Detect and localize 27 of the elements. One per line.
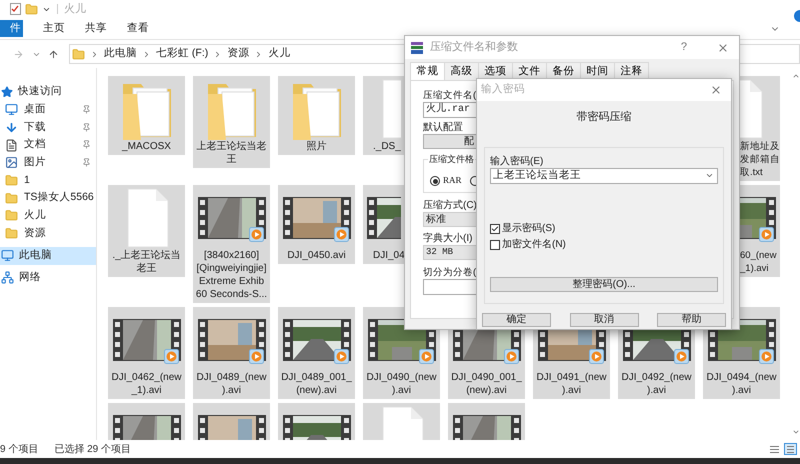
file-name: DJI_0490_(new).avi (365, 371, 438, 397)
dialog-title: 输入密码 (481, 82, 526, 98)
file-name: DJI_0492_(new).avi (620, 371, 693, 397)
file-name: DJI_0491_(new).avi (535, 371, 608, 397)
file-name: 新地址及发邮箱自取.txt (740, 140, 780, 179)
field-label: 输入密码(E) (490, 154, 544, 168)
file-name: DJI_0462_(new_1).avi (110, 371, 183, 397)
file-name: DJI_0489_(new).avi (195, 371, 268, 397)
file-name: 上老王论坛当老王 (196, 140, 268, 166)
window-title: 火儿 (64, 2, 86, 17)
group-label: 压缩文件格 (428, 153, 475, 165)
selection-count: 已选择 29 个项目 (54, 442, 132, 456)
file-name: DJI_0489_001_(new).avi (280, 371, 353, 397)
file-name: 照片 (306, 140, 326, 153)
dialog-title: 压缩文件名和参数 (430, 40, 519, 56)
file-name: DJI_0494_(new).avi (705, 371, 778, 397)
file-name: DJI_04 (373, 249, 405, 262)
file-name: ._DS_ (373, 140, 401, 153)
file-name: DJI_0450.avi (287, 249, 346, 262)
file-name: [3840x2160][Qingweiyingjie] Extreme Exhib 60 Seconds-S... (195, 249, 268, 301)
file-name: 60_(new_1).avi (740, 249, 778, 275)
file-name: DJI_0490_001_(new).avi (450, 371, 523, 397)
file-name: _MACOSX (122, 140, 171, 153)
item-count: 9 个项目 (0, 442, 38, 456)
dialog-heading: 带密码压缩 (576, 110, 632, 125)
file-name: ._上老王论坛当老王 (111, 249, 182, 275)
field-label: 切分为分卷( (423, 266, 476, 279)
